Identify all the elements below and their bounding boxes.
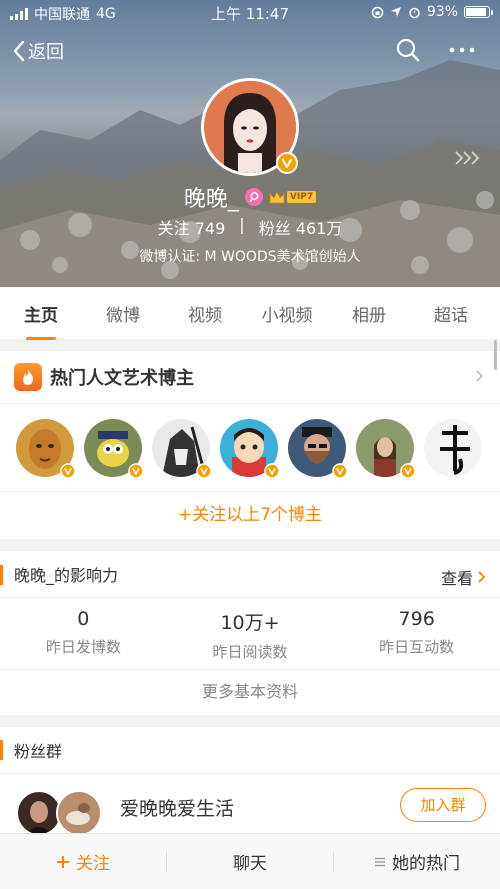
plus-icon (57, 855, 69, 868)
stat-label: 昨日互动数 (379, 638, 455, 656)
rotation-lock-icon (371, 6, 384, 18)
verified-badge-icon (276, 152, 298, 174)
hot-posts-button[interactable]: 她的热门 (334, 849, 500, 874)
blogger-avatar[interactable] (152, 418, 212, 479)
blogger-avatar[interactable] (288, 418, 348, 479)
chevron-right-icon (476, 370, 484, 382)
blogger-avatar[interactable] (16, 418, 76, 479)
tab-album[interactable]: 相册 (328, 301, 410, 326)
view-link-label: 查看 (440, 569, 473, 588)
double-chevron-icon (455, 151, 480, 165)
section-accent-bar (0, 740, 3, 760)
blogger-avatar[interactable] (220, 418, 280, 479)
following-label: 关注 (157, 219, 190, 238)
alarm-icon (409, 7, 420, 18)
fan-group-title: 粉丝群 (14, 742, 63, 761)
verified-badge-icon (60, 462, 76, 479)
chevron-right-icon (478, 571, 486, 583)
stat-value: 0 (77, 608, 90, 630)
vip-level-text: VIP7 (286, 191, 317, 203)
scrollbar[interactable] (494, 340, 497, 370)
fan-group-name: 爱晚晚爱生活 (120, 798, 235, 820)
hot-bloggers-card: 热门人文艺术博主 +关注以上7个博主 (0, 351, 500, 539)
stat-interactions-yesterday: 796 昨日互动数 (333, 598, 500, 669)
section-accent-bar (0, 565, 3, 585)
location-icon (390, 7, 401, 17)
bottom-action-bar: 关注 聊天 她的热门 (0, 833, 500, 889)
profile-tabs: 主页 微博 视频 小视频 相册 超话 (0, 287, 500, 340)
back-label: 返回 (28, 42, 64, 63)
chat-label: 聊天 (233, 854, 267, 874)
influence-header: 晚晚_的影响力 查看 (0, 551, 500, 597)
influence-stats: 0 昨日发博数 10万+ 昨日阅读数 796 昨日互动数 (0, 597, 500, 669)
stat-value: 796 (398, 608, 435, 630)
tab-home[interactable]: 主页 (0, 301, 82, 340)
vip-badge[interactable]: VIP7 (269, 190, 317, 204)
search-icon (396, 38, 420, 62)
follow-stats: 关注 749 | 粉丝 461万 (0, 215, 500, 239)
verified-badge-icon (332, 462, 348, 479)
nav-bar: 返回 (0, 30, 500, 74)
fans-stat[interactable]: 粉丝 461万 (259, 215, 343, 239)
following-count: 749 (194, 219, 226, 238)
stat-reads-yesterday: 10万+ 昨日阅读数 (167, 598, 334, 669)
more-icon (449, 47, 475, 53)
influence-card: 晚晚_的影响力 查看 0 昨日发博数 10万+ 昨日阅读数 796 昨日互动数 … (0, 551, 500, 715)
search-button[interactable] (396, 38, 420, 66)
fans-count: 461万 (295, 219, 343, 238)
lady-badge-icon[interactable] (244, 188, 263, 206)
fan-group-item[interactable]: 爱晚晚爱生活 加入群 (0, 773, 500, 833)
blogger-avatar[interactable] (356, 418, 416, 479)
tab-video[interactable]: 视频 (164, 301, 246, 326)
fan-group-avatars (16, 790, 106, 833)
crown-icon (269, 190, 285, 203)
follow-label: 关注 (76, 854, 110, 874)
profile-name: 晚晚_ (183, 187, 239, 212)
fan-group-header: 粉丝群 (0, 727, 500, 773)
group-avatar (56, 790, 102, 833)
follow-button[interactable]: 关注 (0, 849, 166, 874)
verified-badge-icon (264, 462, 280, 479)
stat-label: 昨日发博数 (45, 638, 121, 656)
hot-bloggers-header[interactable]: 热门人文艺术博主 (0, 351, 500, 403)
blogger-avatar-list (0, 403, 500, 491)
verified-badge-icon (196, 462, 212, 479)
more-info-button[interactable]: 更多基本资料 (0, 669, 500, 715)
back-button[interactable]: 返回 (12, 38, 64, 64)
stat-value: 10万+ (220, 612, 280, 634)
join-group-button[interactable]: 加入群 (400, 788, 486, 822)
profile-header: 中国联通 4G 上午 11:47 93% 返回 晚晚_ VIP7 关注 749 … (0, 0, 500, 287)
view-influence-link[interactable]: 查看 (441, 565, 486, 589)
more-button[interactable] (448, 40, 476, 64)
fire-icon (14, 363, 42, 391)
tab-super-topic[interactable]: 超话 (410, 301, 492, 326)
certification-text: 微博认证: M WOODS美术馆创始人 (139, 249, 361, 265)
fans-label: 粉丝 (258, 219, 291, 238)
chat-button[interactable]: 聊天 (167, 849, 333, 874)
blogger-avatar[interactable] (424, 418, 482, 477)
verified-badge-icon (400, 462, 416, 479)
follow-all-button[interactable]: +关注以上7个博主 (0, 491, 500, 539)
list-icon (375, 857, 385, 866)
stat-posts-yesterday: 0 昨日发博数 (0, 598, 167, 669)
battery-text: 93% (426, 4, 458, 20)
fan-group-card: 粉丝群 爱晚晚爱生活 加入群 (0, 727, 500, 833)
back-chevron-icon (13, 40, 25, 62)
stats-divider: | (239, 215, 245, 234)
tab-short-video[interactable]: 小视频 (246, 301, 328, 326)
tab-weibo[interactable]: 微博 (82, 301, 164, 326)
blogger-avatar[interactable] (84, 418, 144, 479)
influence-title: 晚晚_的影响力 (14, 566, 119, 585)
status-bar: 中国联通 4G 上午 11:47 93% (0, 0, 500, 26)
stat-label: 昨日阅读数 (212, 643, 288, 661)
hot-bloggers-title: 热门人文艺术博主 (50, 368, 194, 389)
hot-posts-label: 她的热门 (392, 854, 460, 874)
battery-icon (464, 6, 493, 18)
following-stat[interactable]: 关注 749 (158, 215, 226, 239)
profile-name-row: 晚晚_ VIP7 (0, 181, 500, 213)
verified-badge-icon (128, 462, 144, 479)
